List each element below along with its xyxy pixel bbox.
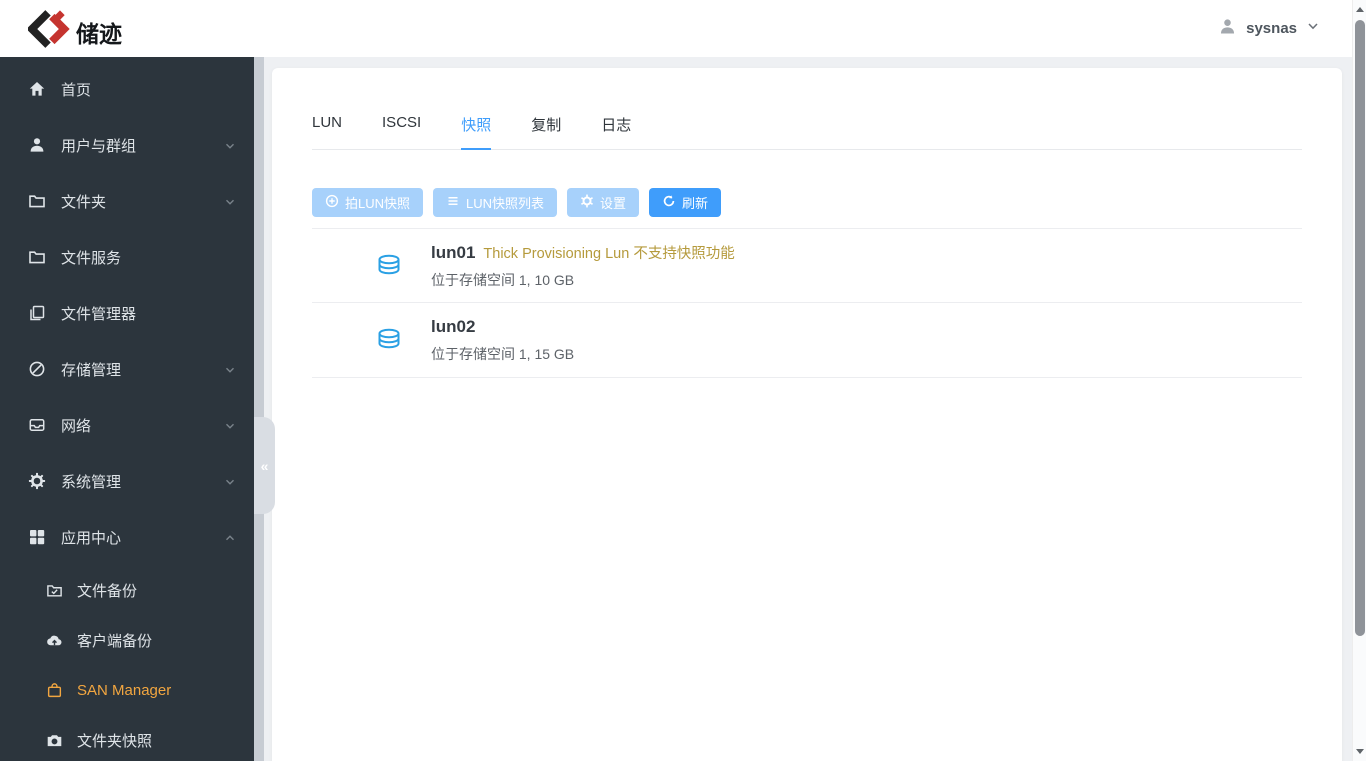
sidebar-item-label: SAN Manager xyxy=(77,681,172,699)
lun-title: lun02 xyxy=(431,317,574,337)
sidebar-item-label: 客户端备份 xyxy=(77,632,153,650)
sidebar-item-file-services[interactable]: 文件服务 xyxy=(0,229,254,285)
plus-circle-icon xyxy=(325,194,339,211)
snapshot-toolbar: 拍LUN快照 LUN快照列表 设置 刷新 xyxy=(312,188,1302,217)
sidebar-subitem-san-manager[interactable]: SAN Manager xyxy=(0,665,254,715)
user-menu[interactable]: sysnas xyxy=(1218,0,1320,57)
sidebar-item-home[interactable]: 首页 xyxy=(0,61,254,117)
chevron-down-icon xyxy=(224,363,236,380)
sidebar-item-label: 首页 xyxy=(61,81,92,99)
user-icon xyxy=(28,136,46,154)
chevron-up-icon xyxy=(224,531,236,548)
tab-replication[interactable]: 复制 xyxy=(531,114,561,150)
sidebar-item-label: 文件服务 xyxy=(61,249,122,267)
chevron-down-icon xyxy=(1306,19,1320,38)
folder-icon xyxy=(28,192,46,210)
main-area: LUN ISCSI 快照 复制 日志 拍LUN快照 LUN快照列表 设置 刷新 … xyxy=(264,57,1352,761)
sidebar-item-label: 文件夹快照 xyxy=(77,732,153,750)
lun-title: lun01 Thick Provisioning Lun 不支持快照功能 xyxy=(431,242,735,263)
sidebar-item-file-manager[interactable]: 文件管理器 xyxy=(0,285,254,341)
lun-info: lun02 位于存储空间 1, 15 GB xyxy=(431,317,574,364)
tab-bar: LUN ISCSI 快照 复制 日志 xyxy=(312,114,1302,150)
collapse-left-icon: « xyxy=(260,457,269,474)
refresh-button[interactable]: 刷新 xyxy=(649,188,722,217)
button-label: 刷新 xyxy=(682,196,709,211)
sidebar-item-label: 用户与群组 xyxy=(61,137,137,155)
sidebar-gutter xyxy=(254,57,264,761)
lun-snapshot-list-button[interactable]: LUN快照列表 xyxy=(433,188,558,217)
sidebar-subitem-file-backup[interactable]: 文件备份 xyxy=(0,565,254,615)
vertical-scrollbar xyxy=(1352,0,1366,761)
chevron-down-icon xyxy=(224,419,236,436)
camera-icon xyxy=(46,732,63,749)
take-lun-snapshot-button[interactable]: 拍LUN快照 xyxy=(312,188,424,217)
username-label: sysnas xyxy=(1246,20,1297,37)
sidebar-item-app-center[interactable]: 应用中心 xyxy=(0,509,254,565)
settings-button[interactable]: 设置 xyxy=(567,188,640,217)
lun-name: lun01 xyxy=(431,242,476,262)
logo-icon xyxy=(26,8,70,55)
sidebar-item-users-groups[interactable]: 用户与群组 xyxy=(0,117,254,173)
list-icon xyxy=(446,194,460,211)
sidebar-collapse-handle[interactable]: « xyxy=(254,417,275,514)
tab-snapshot[interactable]: 快照 xyxy=(461,114,492,150)
bag-icon xyxy=(46,682,63,699)
tab-log[interactable]: 日志 xyxy=(601,114,631,150)
sidebar-item-label: 网络 xyxy=(61,417,92,435)
sidebar-item-network[interactable]: 网络 xyxy=(0,397,254,453)
file-manager-icon xyxy=(28,304,46,322)
brand-logo[interactable]: 储迹 xyxy=(26,8,122,55)
lun-detail: 位于存储空间 1, 15 GB xyxy=(431,345,575,362)
sidebar-item-label: 文件备份 xyxy=(77,582,138,600)
lun-list: lun01 Thick Provisioning Lun 不支持快照功能 位于存储… xyxy=(312,228,1302,378)
tab-iscsi[interactable]: ISCSI xyxy=(382,114,421,150)
database-icon xyxy=(375,326,403,354)
scroll-down-arrow-icon[interactable] xyxy=(1356,749,1364,754)
person-icon xyxy=(1218,17,1237,41)
lun-info: lun01 Thick Provisioning Lun 不支持快照功能 位于存储… xyxy=(431,242,735,290)
network-icon xyxy=(28,416,46,434)
button-label: LUN快照列表 xyxy=(466,196,545,211)
scrollbar-thumb[interactable] xyxy=(1355,20,1365,636)
sidebar-item-system[interactable]: 系统管理 xyxy=(0,453,254,509)
button-label: 拍LUN快照 xyxy=(345,196,411,211)
tab-lun[interactable]: LUN xyxy=(312,114,342,150)
lun-row-lun01[interactable]: lun01 Thick Provisioning Lun 不支持快照功能 位于存储… xyxy=(312,228,1302,303)
sidebar-item-storage[interactable]: 存储管理 xyxy=(0,341,254,397)
sidebar-nav: 首页 用户与群组 文件夹 文件服务 文件管理器 存储管理 网络 系统管理 应用中… xyxy=(0,57,254,761)
content-card: LUN ISCSI 快照 复制 日志 拍LUN快照 LUN快照列表 设置 刷新 … xyxy=(272,68,1342,761)
brand-name: 储迹 xyxy=(76,20,122,47)
lun-name: lun02 xyxy=(431,316,476,336)
chevron-down-icon xyxy=(224,195,236,212)
sidebar-item-label: 文件夹 xyxy=(61,193,107,211)
refresh-icon xyxy=(662,194,676,211)
sidebar-subitem-folder-snapshot[interactable]: 文件夹快照 xyxy=(0,715,254,761)
sidebar-item-label: 文件管理器 xyxy=(61,305,137,323)
lun-row-lun02[interactable]: lun02 位于存储空间 1, 15 GB xyxy=(312,303,1302,378)
sidebar-subitem-client-backup[interactable]: 客户端备份 xyxy=(0,615,254,665)
cloud-backup-icon xyxy=(46,632,63,649)
folder-check-icon xyxy=(46,582,63,599)
lun-detail: 位于存储空间 1, 10 GB xyxy=(431,271,575,288)
sidebar-item-label: 系统管理 xyxy=(61,473,122,491)
chevron-down-icon xyxy=(224,475,236,492)
storage-icon xyxy=(28,360,46,378)
gear-icon xyxy=(580,194,594,211)
database-icon xyxy=(375,252,403,280)
sidebar-item-folders[interactable]: 文件夹 xyxy=(0,173,254,229)
sidebar-item-label: 存储管理 xyxy=(61,361,122,379)
lun-warning-note: Thick Provisioning Lun 不支持快照功能 xyxy=(483,245,735,262)
gear-icon xyxy=(28,472,46,490)
folder-icon xyxy=(28,248,46,266)
button-label: 设置 xyxy=(600,196,627,211)
home-icon xyxy=(28,80,46,98)
top-header: 储迹 sysnas xyxy=(0,0,1366,57)
apps-icon xyxy=(28,528,46,546)
chevron-down-icon xyxy=(224,139,236,156)
sidebar-item-label: 应用中心 xyxy=(61,529,122,547)
scroll-up-arrow-icon[interactable] xyxy=(1356,7,1364,12)
